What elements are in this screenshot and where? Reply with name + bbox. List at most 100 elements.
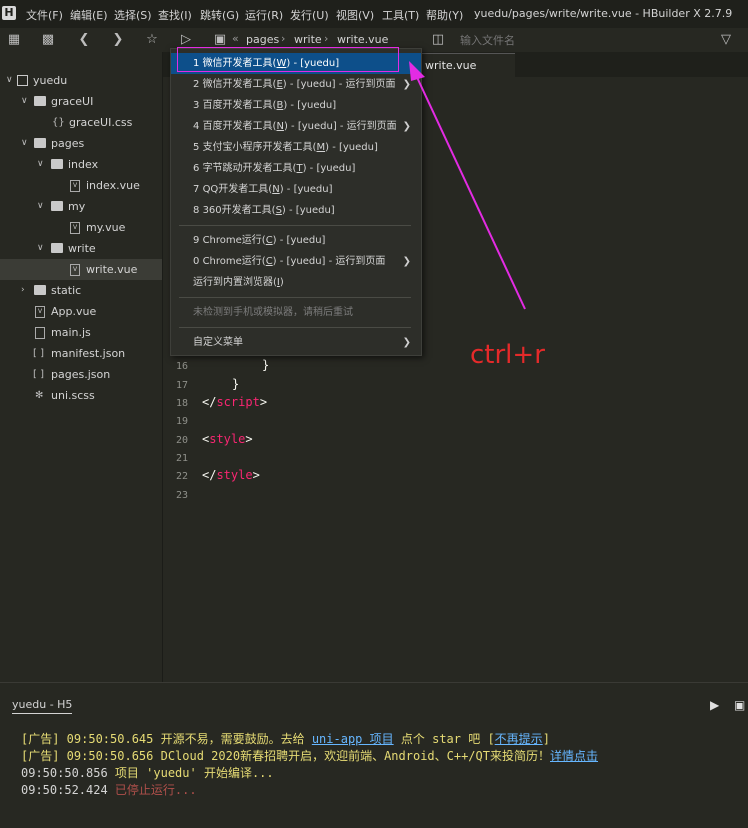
chevron-down-icon: ∨ (37, 201, 44, 211)
menu-item-no-device: 未检测到手机或模拟器，请稍后重试 (171, 302, 421, 323)
menu-item-number: 6 (193, 163, 200, 174)
folder-icon (34, 285, 46, 295)
vue-file-icon: V (70, 264, 80, 276)
menu-item-custom-menu[interactable]: 自定义菜单 ❯ (171, 332, 421, 353)
tree-file-graceui-css[interactable]: {} graceUI.css (0, 112, 162, 133)
menu-item-label: ) - [yuedu] (281, 205, 335, 216)
details-link[interactable]: 详情点击 (550, 749, 598, 763)
tree-file-manifest-json[interactable]: [ ] manifest.json (0, 343, 162, 364)
menu-item-chrome-run[interactable]: 9 Chrome运行(C) - [yuedu] (171, 230, 421, 251)
tree-label: App.vue (51, 305, 97, 318)
back-icon[interactable]: ❮ (76, 32, 92, 48)
code-line: </script> (202, 395, 267, 409)
menu-item-label: 未检测到手机或模拟器，请稍后重试 (193, 307, 353, 318)
file-search-icon[interactable]: ◫ (430, 32, 446, 48)
tree-folder-write[interactable]: ∨ write (0, 238, 162, 259)
breadcrumb-file[interactable]: write.vue (337, 33, 388, 46)
folder-icon (34, 138, 46, 148)
tree-label: my (68, 200, 86, 213)
menu-item-label: 微信开发者工具( (202, 79, 277, 90)
menu-item-label: 运行到内置浏览器( (193, 277, 277, 288)
scss-file-icon: ✻ (35, 390, 44, 401)
menu-item-baidu-devtools[interactable]: 3 百度开发者工具(B) - [yuedu] (171, 95, 421, 116)
menu-item-label: 字节跳动开发者工具( (202, 163, 297, 174)
dismiss-link[interactable]: 不再提示 (495, 732, 543, 746)
console-clear-icon[interactable]: ▣ (734, 698, 745, 712)
tree-file-write-vue[interactable]: V write.vue (0, 259, 162, 280)
tree-label: write.vue (86, 263, 138, 276)
forward-icon[interactable]: ❯ (110, 32, 126, 48)
tree-label: index (68, 158, 99, 171)
window-title: yuedu/pages/write/write.vue - HBuilder X… (474, 7, 733, 20)
menu-item-number: 9 (193, 235, 200, 246)
console-text: 点个 star 吧 [ (393, 732, 495, 746)
breadcrumb-pages[interactable]: pages (246, 33, 279, 46)
tree-file-main-js[interactable]: main.js (0, 322, 162, 343)
menu-edit[interactable]: 编辑(E) (70, 7, 108, 23)
code-line: <style> (202, 432, 253, 446)
project-icon (17, 75, 28, 86)
filter-icon[interactable]: ▽ (718, 32, 734, 48)
vue-file-icon: V (70, 222, 80, 234)
uni-app-link[interactable]: uni-app 项目 (312, 732, 394, 746)
code-token: script (216, 395, 260, 409)
menu-item-label: ) (279, 277, 284, 288)
tree-folder-my[interactable]: ∨ my (0, 196, 162, 217)
console-tab[interactable]: yuedu - H5 (12, 698, 73, 714)
menu-run[interactable]: 运行(R) (245, 7, 283, 23)
tree-file-uni-scss[interactable]: ✻ uni.scss (0, 385, 162, 406)
menu-item-bytedance-devtools[interactable]: 6 字节跳动开发者工具(T) - [yuedu] (171, 158, 421, 179)
save-icon[interactable]: ▩ (40, 32, 56, 48)
menu-file[interactable]: 文件(F) (26, 7, 63, 23)
menu-view[interactable]: 视图(V) (336, 7, 374, 23)
run-icon[interactable]: ▷ (178, 32, 194, 48)
menu-item-label: 百度开发者工具( (202, 121, 277, 132)
menu-item-label: 自定义菜单 (193, 337, 243, 348)
menu-item-chrome-run-page[interactable]: 0 Chrome运行(C) - [yuedu] - 运行到页面 ❯ (171, 251, 421, 272)
menu-tools[interactable]: 工具(T) (382, 7, 419, 23)
annotation-highlight-box (177, 47, 399, 72)
menu-item-builtin-browser[interactable]: 运行到内置浏览器(I) (171, 272, 421, 293)
code-token: </ (202, 468, 217, 482)
menu-find[interactable]: 查找(I) (158, 7, 192, 23)
annotation-shortcut-text: ctrl+r (470, 340, 545, 370)
chevron-down-icon: ∨ (21, 96, 28, 106)
menu-item-baidu-devtools-page[interactable]: 4 百度开发者工具(N) - [yuedu] - 运行到页面 ❯ (171, 116, 421, 137)
menu-item-shortcut: C (265, 235, 273, 246)
menu-item-qq-devtools[interactable]: 7 QQ开发者工具(N) - [yuedu] (171, 179, 421, 200)
file-search-input[interactable] (458, 31, 722, 50)
menu-publish[interactable]: 发行(U) (290, 7, 329, 23)
tree-file-app-vue[interactable]: V App.vue (0, 301, 162, 322)
menu-item-shortcut: M (316, 142, 326, 153)
line-number: 16 (175, 361, 188, 372)
breadcrumb-separator-icon: « (232, 32, 239, 45)
menu-item-number: 3 (193, 100, 200, 111)
console-text: [广告] 09:50:50.645 开源不易，需要鼓励。去给 (21, 732, 312, 746)
tree-label: static (51, 284, 82, 297)
menu-goto[interactable]: 跳转(G) (200, 7, 239, 23)
menu-item-label: ) - [yuedu] - 运行到页面 (272, 256, 386, 267)
breadcrumb-write[interactable]: write (294, 33, 322, 46)
menu-select[interactable]: 选择(S) (114, 7, 152, 23)
menu-item-alipay-devtools[interactable]: 5 支付宝小程序开发者工具(M) - [yuedu] (171, 137, 421, 158)
tree-root-yuedu[interactable]: ∨ yuedu (0, 70, 162, 91)
tree-file-my-vue[interactable]: V my.vue (0, 217, 162, 238)
tree-folder-pages[interactable]: ∨ pages (0, 133, 162, 154)
menu-help[interactable]: 帮助(Y) (426, 7, 463, 23)
breadcrumb-separator-icon: › (281, 32, 286, 45)
new-file-icon[interactable]: ▦ (6, 32, 22, 48)
menu-item-wechat-devtools-page[interactable]: 2 微信开发者工具(E) - [yuedu] - 运行到页面 ❯ (171, 74, 421, 95)
run-play-icon[interactable]: ▶ (710, 698, 719, 712)
tree-folder-index[interactable]: ∨ index (0, 154, 162, 175)
bookmark-star-icon[interactable]: ☆ (144, 32, 160, 48)
console-text: 已停止运行... (114, 783, 197, 797)
tree-file-index-vue[interactable]: V index.vue (0, 175, 162, 196)
tree-folder-static[interactable]: › static (0, 280, 162, 301)
menu-item-number: 5 (193, 142, 200, 153)
tree-file-pages-json[interactable]: [ ] pages.json (0, 364, 162, 385)
console-line: [广告] 09:50:50.645 开源不易，需要鼓励。去给 uni-app 项… (21, 730, 550, 747)
menu-bar: H 文件(F) 编辑(E) 选择(S) 查找(I) 跳转(G) 运行(R) 发行… (0, 0, 748, 28)
menu-item-360-devtools[interactable]: 8 360开发者工具(S) - [yuedu] (171, 200, 421, 221)
tree-folder-graceui[interactable]: ∨ graceUI (0, 91, 162, 112)
code-token: > (245, 432, 253, 446)
